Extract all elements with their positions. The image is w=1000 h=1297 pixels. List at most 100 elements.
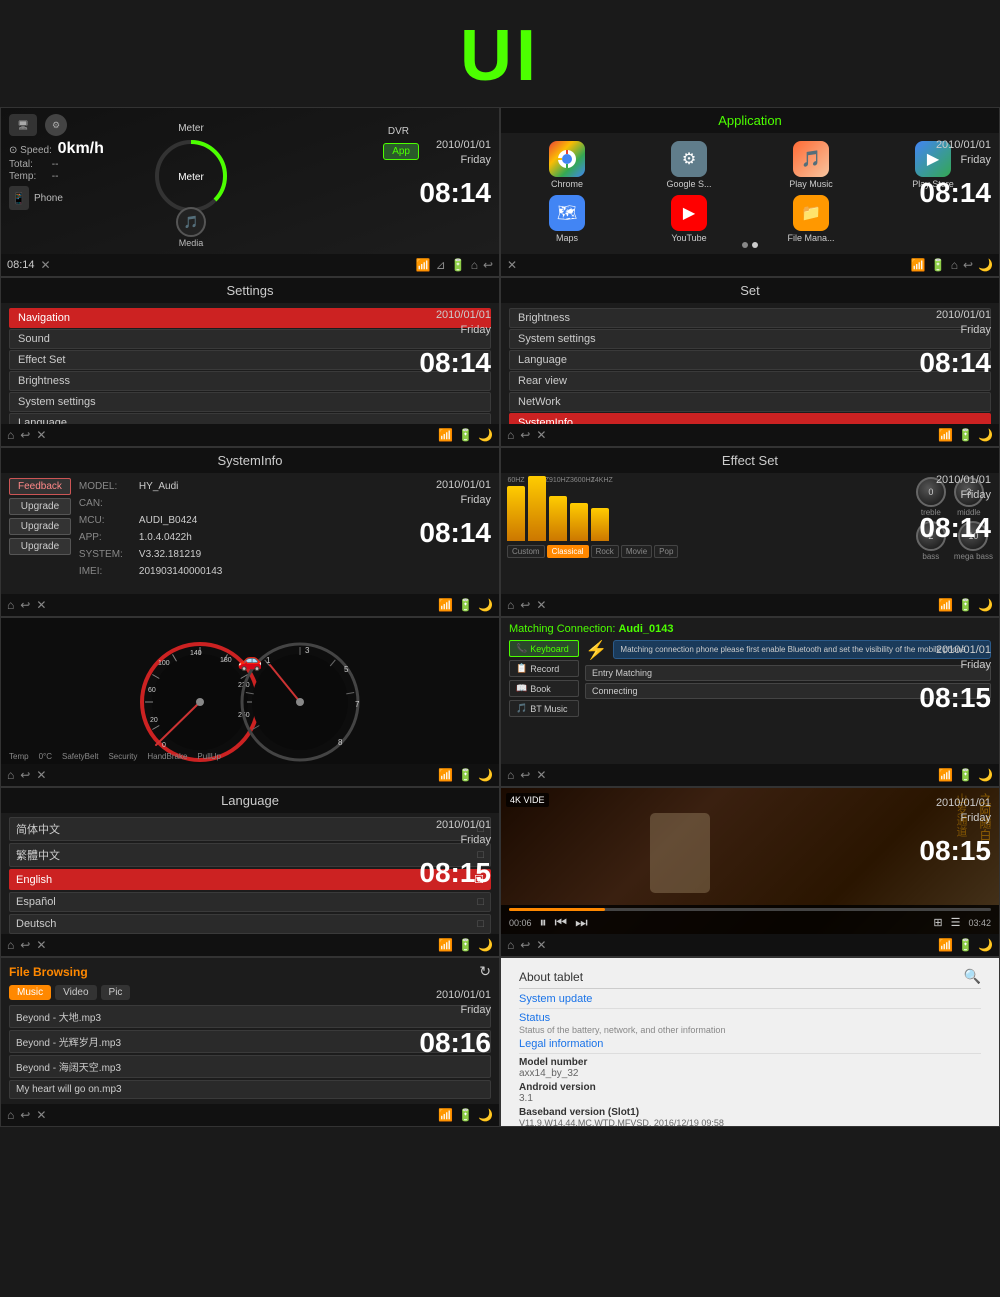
keyboard-btn[interactable]: 📞 Keyboard	[509, 640, 579, 657]
video-progress-track[interactable]	[509, 908, 991, 911]
legal-title[interactable]: Legal information	[519, 1038, 981, 1050]
subtitle-btn[interactable]: ⊞	[933, 916, 942, 929]
close-icon[interactable]: ✕	[536, 768, 546, 782]
back-icon[interactable]: ↩	[520, 938, 530, 952]
file-item-4[interactable]: My heart will go on.mp3	[9, 1080, 491, 1099]
close-icon[interactable]: ✕	[36, 428, 46, 442]
back-icon[interactable]: ↩	[520, 768, 530, 782]
bt-music-btn[interactable]: 🎵 BT Music	[509, 700, 579, 717]
eq-bar-2[interactable]	[528, 476, 546, 541]
eq-bar-3[interactable]	[549, 496, 567, 541]
wifi-icon: 📶	[438, 428, 453, 442]
feedback-btn[interactable]: Feedback	[9, 478, 71, 495]
app-play-music[interactable]: 🎵 Play Music	[753, 141, 869, 189]
back-nav-icon[interactable]: ↩	[963, 258, 973, 272]
home-icon[interactable]: ⌂	[507, 428, 514, 442]
settings-system[interactable]: System settings	[9, 392, 491, 412]
play-pause-btn[interactable]: ⏸	[540, 914, 547, 931]
app-youtube[interactable]: ▶ YouTube	[631, 195, 747, 243]
close-icon[interactable]: ✕	[536, 428, 546, 442]
divider-2	[519, 1053, 981, 1054]
home-nav-icon[interactable]: ⌂	[951, 258, 958, 272]
system-update-link[interactable]: System update	[519, 993, 981, 1005]
back-icon[interactable]: ↩	[520, 598, 530, 612]
prev-btn[interactable]: ⏮	[555, 914, 568, 931]
app-google-settings[interactable]: ⚙ Google S...	[631, 141, 747, 189]
home-icon[interactable]: ⌂	[7, 768, 14, 782]
media-icon[interactable]: 🎵	[176, 207, 206, 237]
back-icon[interactable]: ↩	[20, 598, 30, 612]
preset-movie[interactable]: Movie	[621, 545, 652, 558]
status-title[interactable]: Status	[519, 1012, 981, 1024]
cat-pic[interactable]: Pic	[101, 985, 131, 1000]
home-icon[interactable]: ⌂	[507, 938, 514, 952]
cat-video[interactable]: Video	[55, 985, 96, 1000]
about-search-icon[interactable]: 🔍	[964, 968, 981, 985]
lang-german[interactable]: Deutsch □	[9, 914, 491, 934]
app-file-manager[interactable]: 📁 File Mana...	[753, 195, 869, 243]
back-icon[interactable]: ↩	[20, 428, 30, 442]
moon-icon[interactable]: 🌙	[478, 938, 493, 952]
close-icon[interactable]: ✕	[36, 938, 46, 952]
record-btn[interactable]: 📋 Record	[509, 660, 579, 677]
eq-bar-5[interactable]	[591, 508, 609, 541]
set-network[interactable]: NetWork	[509, 392, 991, 412]
phone-icon[interactable]: 📱	[9, 186, 29, 210]
app-button[interactable]: App	[383, 143, 419, 160]
moon-icon[interactable]: 🌙	[478, 598, 493, 612]
home-icon[interactable]: ⌂	[7, 598, 14, 612]
app-chrome[interactable]: Chrome	[509, 141, 625, 189]
preset-custom[interactable]: Custom	[507, 545, 545, 558]
next-btn[interactable]: ⏭	[575, 914, 588, 931]
lang-spanish[interactable]: Español □	[9, 892, 491, 912]
back-icon[interactable]: ↩	[20, 768, 30, 782]
home-screen-icon[interactable]: 🖥	[9, 114, 37, 136]
preset-pop[interactable]: Pop	[654, 545, 678, 558]
home-icon[interactable]: ⌂	[7, 1108, 14, 1122]
dvr-label: DVR	[388, 126, 409, 137]
moon-icon[interactable]: 🌙	[978, 938, 993, 952]
upgrade-btn-2[interactable]: Upgrade	[9, 518, 71, 535]
model-title: Model number	[519, 1057, 981, 1068]
home-icon[interactable]: ⌂	[507, 598, 514, 612]
back-icon[interactable]: ↩	[20, 1108, 30, 1122]
upgrade-btn-1[interactable]: Upgrade	[9, 498, 71, 515]
close-icon[interactable]: ✕	[536, 938, 546, 952]
close-icon[interactable]: ✕	[507, 258, 517, 272]
close-icon[interactable]: ✕	[36, 1108, 46, 1122]
home-icon[interactable]: ⌂	[7, 428, 14, 442]
moon-icon[interactable]: 🌙	[978, 598, 993, 612]
home-icon[interactable]: ⌂	[507, 768, 514, 782]
home-nav-icon[interactable]: ⌂	[471, 258, 478, 272]
close-icon[interactable]: ✕	[36, 768, 46, 782]
book-btn[interactable]: 📖 Book	[509, 680, 579, 697]
record-icon: 📋	[516, 663, 527, 674]
eq-bar-1[interactable]	[507, 486, 525, 541]
moon-icon[interactable]: 🌙	[978, 428, 993, 442]
eq-bar-4[interactable]	[570, 503, 588, 541]
close-icon[interactable]: ✕	[536, 598, 546, 612]
moon-icon[interactable]: 🌙	[478, 428, 493, 442]
playlist-btn[interactable]: ☰	[951, 916, 961, 929]
settings-bottom-bar: ⌂ ↩ ✕ 📶 🔋 🌙	[1, 424, 499, 446]
moon-icon[interactable]: 🌙	[978, 258, 993, 272]
close-icon[interactable]: ✕	[36, 598, 46, 612]
home-icon[interactable]: ⌂	[7, 938, 14, 952]
home-settings-icon[interactable]: ⚙	[45, 114, 67, 136]
svg-text:140: 140	[190, 650, 202, 657]
preset-classical[interactable]: Classical	[547, 545, 589, 558]
moon-icon[interactable]: 🌙	[478, 768, 493, 782]
upgrade-btn-3[interactable]: Upgrade	[9, 538, 71, 555]
back-icon[interactable]: ↩	[520, 428, 530, 442]
battery-icon: 🔋	[458, 938, 473, 952]
back-icon[interactable]: ↩	[20, 938, 30, 952]
close-icon[interactable]: ✕	[41, 258, 51, 272]
speedo-labels: Temp 0°C SafetyBelt Security HandBrake P…	[9, 752, 221, 761]
cat-music[interactable]: Music	[9, 985, 51, 1000]
moon-icon[interactable]: 🌙	[978, 768, 993, 782]
preset-rock[interactable]: Rock	[591, 545, 619, 558]
app-maps[interactable]: 🗺 Maps	[509, 195, 625, 243]
moon-icon[interactable]: 🌙	[478, 1108, 493, 1122]
back-nav-icon[interactable]: ↩	[483, 258, 493, 272]
refresh-icon[interactable]: ↻	[479, 963, 491, 980]
